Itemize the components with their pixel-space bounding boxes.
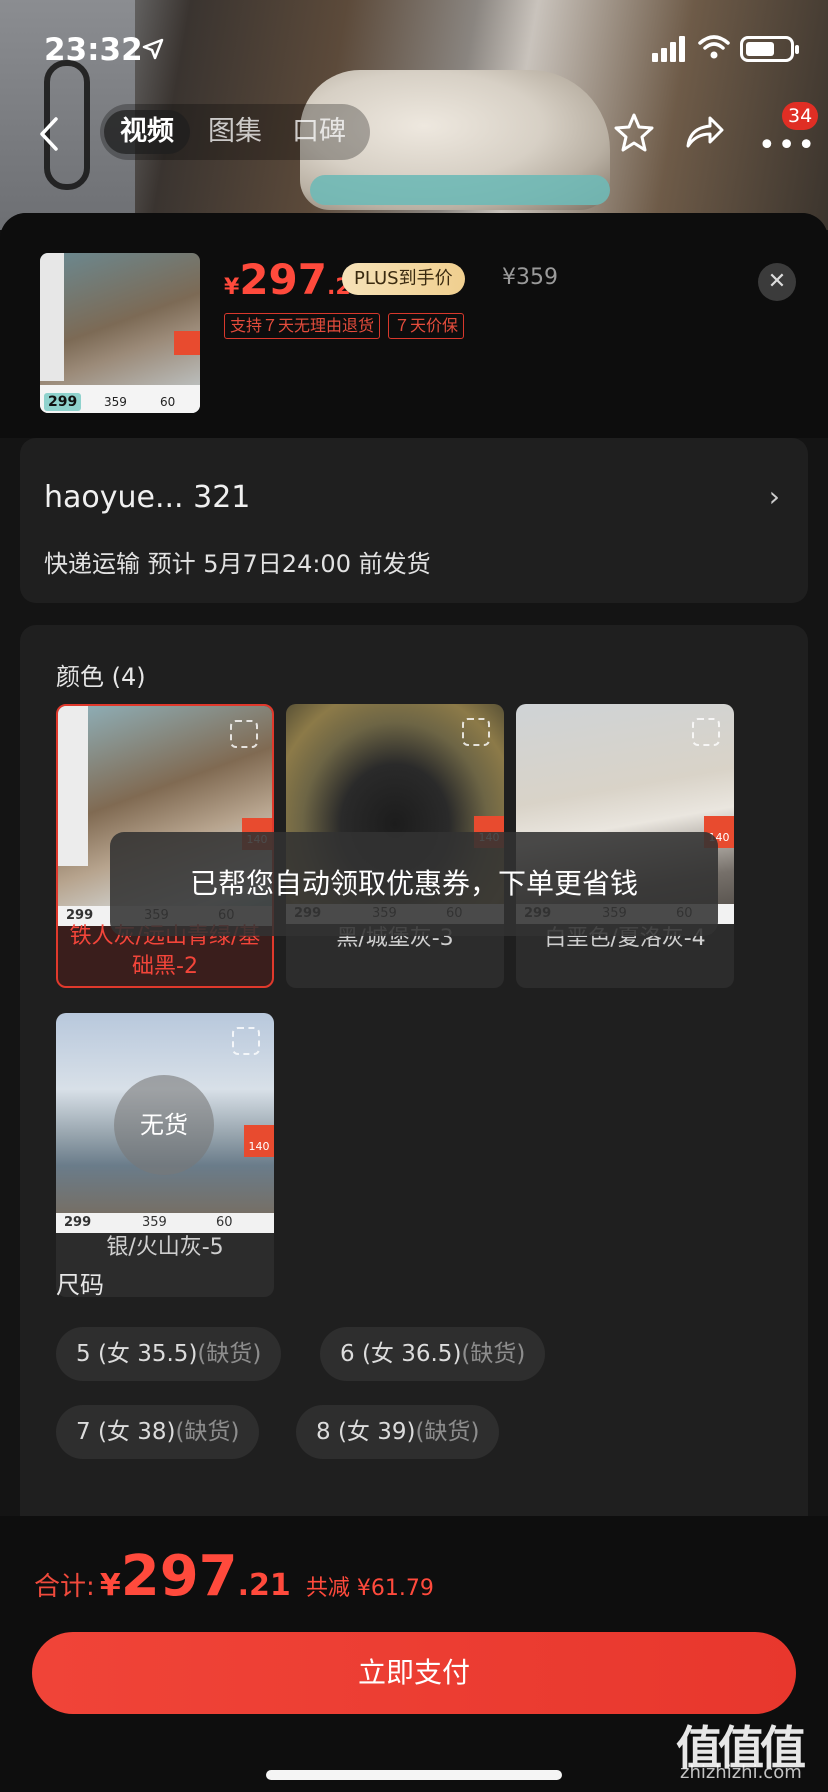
- coupon-toast: 已帮您自动领取优惠券，下单更省钱: [110, 832, 718, 936]
- service-tags: 支持７天无理由退货 ７天价保: [224, 313, 472, 339]
- original-price: ¥359: [502, 265, 558, 290]
- top-nav: 视频 图集 口碑 ••• 34: [0, 98, 828, 168]
- price-integer: 297: [239, 255, 327, 304]
- thumb-price-3: 60: [160, 395, 176, 409]
- expand-icon[interactable]: [230, 720, 258, 748]
- size-label: 6 (女 36.5): [340, 1341, 462, 1367]
- home-indicator[interactable]: [266, 1770, 562, 1780]
- tab-gallery[interactable]: 图集: [208, 110, 262, 154]
- color-label: 银/火山灰-5: [106, 1235, 224, 1260]
- thumb-price-2: 359: [104, 395, 127, 409]
- order-total: 合计: ¥297.21 共减 ¥61.79: [34, 1544, 434, 1609]
- signal-icon: [652, 36, 685, 62]
- size-label: 7 (女 38): [76, 1419, 176, 1445]
- status-bar: 23:32: [0, 0, 828, 100]
- total-currency: ¥: [99, 1568, 121, 1603]
- total-integer: 297: [120, 1544, 238, 1609]
- tab-reviews[interactable]: 口碑: [292, 110, 346, 154]
- address-card[interactable]: haoyue... 321 › 快递运输 预计 5月7日24:00 前发货: [20, 438, 808, 603]
- color-section-title: 颜色 (4): [56, 663, 146, 691]
- size-label: 5 (女 35.5): [76, 1341, 198, 1367]
- mini-price-1: 299: [66, 908, 94, 923]
- hero-shoe-sole: [310, 175, 610, 205]
- plus-price-badge: PLUS到手价: [342, 263, 465, 295]
- total-saved: 共减 ¥61.79: [305, 1576, 434, 1601]
- favorite-star-icon[interactable]: [614, 112, 654, 152]
- total-decimal: .21: [237, 1568, 291, 1603]
- checkout-bar: 合计: ¥297.21 共减 ¥61.79 立即支付 值值值 zhizhizhi…: [0, 1516, 828, 1792]
- size-status: (缺货): [175, 1419, 240, 1445]
- thumb-brand-strip: [40, 253, 64, 381]
- return-policy-tag: 支持７天无理由退货: [224, 313, 381, 339]
- product-header: 299 359 60 ¥297.21 PLUS到手价 ¥359 支持７天无理由退…: [0, 213, 828, 438]
- thumb-promo-tag: [174, 331, 200, 355]
- shipping-estimate: 快递运输 预计 5月7日24:00 前发货: [44, 550, 431, 578]
- tab-video[interactable]: 视频: [104, 110, 190, 154]
- notification-badge: 34: [782, 102, 819, 130]
- location-arrow-icon: [142, 38, 164, 60]
- size-option-5[interactable]: 5 (女 35.5)(缺货): [56, 1327, 282, 1381]
- brand-strip: [58, 706, 88, 866]
- mini-price-2: 359: [142, 1215, 167, 1230]
- back-chevron-icon[interactable]: [34, 116, 62, 152]
- out-of-stock-badge: 无货: [114, 1075, 214, 1175]
- size-status: (缺货): [197, 1341, 262, 1367]
- address-name: haoyue... 321: [44, 480, 251, 515]
- share-icon[interactable]: [684, 112, 726, 152]
- expand-icon[interactable]: [462, 718, 490, 746]
- thumb-price: 299: [44, 393, 82, 411]
- size-section-title: 尺码: [56, 1271, 104, 1299]
- media-tabs: 视频 图集 口碑: [100, 104, 370, 160]
- mini-price-1: 299: [64, 1215, 92, 1230]
- total-label: 合计:: [34, 1572, 95, 1602]
- size-status: (缺货): [461, 1341, 526, 1367]
- color-option-4[interactable]: 140 无货 299 359 60 银/火山灰-5: [56, 1013, 274, 1297]
- more-icon[interactable]: •••: [758, 128, 817, 163]
- close-button[interactable]: ✕: [758, 263, 796, 301]
- chevron-right-icon: ›: [768, 480, 780, 513]
- size-option-6[interactable]: 6 (女 36.5)(缺货): [320, 1327, 546, 1381]
- pay-now-button[interactable]: 立即支付: [32, 1632, 796, 1714]
- size-option-7[interactable]: 7 (女 38)(缺货): [56, 1405, 260, 1459]
- watermark-url: zhizhizhi.com: [680, 1762, 802, 1783]
- status-time: 23:32: [44, 32, 143, 68]
- expand-icon[interactable]: [232, 1027, 260, 1055]
- price-protect-tag: ７天价保: [388, 313, 465, 339]
- size-status: (缺货): [415, 1419, 480, 1445]
- expand-icon[interactable]: [692, 718, 720, 746]
- size-option-8[interactable]: 8 (女 39)(缺货): [296, 1405, 500, 1459]
- wifi-icon: [698, 35, 730, 59]
- product-thumbnail[interactable]: 299 359 60: [40, 253, 200, 413]
- size-label: 8 (女 39): [316, 1419, 416, 1445]
- price-currency: ¥: [224, 275, 240, 300]
- mini-price-3: 60: [216, 1215, 233, 1230]
- promo-tag: 140: [244, 1125, 274, 1157]
- battery-icon: [740, 36, 799, 62]
